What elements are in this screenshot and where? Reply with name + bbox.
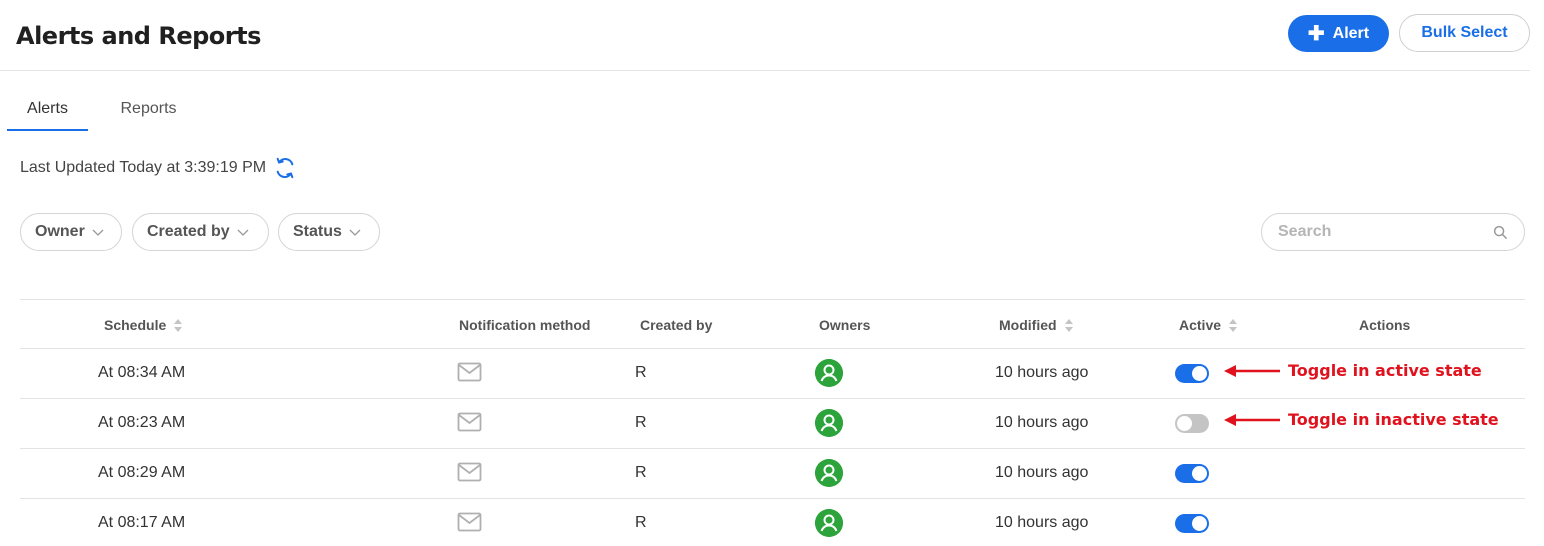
schedule-cell: At 08:17 AM [98, 514, 186, 531]
table-row: At 08:29 AM R 10 hours ago [20, 449, 1525, 499]
modified-cell: 10 hours ago [995, 464, 1089, 481]
annotation-active: Toggle in active state [1224, 361, 1482, 380]
sort-icon [174, 318, 183, 332]
modified-cell: 10 hours ago [995, 364, 1089, 381]
schedule-cell: At 08:23 AM [98, 414, 186, 431]
user-avatar-icon [815, 359, 843, 387]
column-header-schedule[interactable]: Schedule [104, 317, 183, 333]
page-header: Alerts and Reports ✚ Alert Bulk Select [0, 0, 1530, 71]
annotation-active-label: Toggle in active state [1288, 361, 1482, 380]
active-toggle[interactable] [1175, 364, 1209, 383]
column-header-created-by: Created by [640, 317, 713, 333]
column-header-owners: Owners [819, 317, 871, 333]
chevron-down-icon [349, 229, 361, 236]
tab-reports[interactable]: Reports [88, 90, 209, 131]
modified-cell: 10 hours ago [995, 514, 1089, 531]
active-toggle[interactable] [1175, 464, 1209, 483]
created-by-cell: R [635, 364, 647, 381]
inactive-toggle[interactable] [1175, 414, 1209, 433]
plus-icon: ✚ [1307, 22, 1325, 45]
user-avatar-icon [815, 459, 843, 487]
arrow-left-icon [1224, 413, 1280, 426]
schedule-cell: At 08:29 AM [98, 464, 186, 481]
filter-owner-label: Owner [35, 223, 85, 240]
column-header-modified[interactable]: Modified [999, 317, 1073, 333]
add-alert-label: Alert [1332, 24, 1370, 42]
page-title: Alerts and Reports [16, 22, 261, 50]
column-header-notification: Notification method [459, 317, 591, 333]
annotation-inactive-label: Toggle in inactive state [1288, 410, 1499, 429]
column-header-actions: Actions [1359, 317, 1411, 333]
chevron-down-icon [237, 229, 249, 236]
toggle-knob [1192, 366, 1207, 381]
toggle-knob [1192, 466, 1207, 481]
tab-alerts[interactable]: Alerts [7, 90, 88, 131]
search-input[interactable] [1278, 223, 1488, 241]
column-label: Schedule [104, 317, 167, 333]
toggle-knob [1177, 416, 1192, 431]
bulk-select-button[interactable]: Bulk Select [1399, 14, 1530, 52]
sort-icon [1064, 318, 1073, 332]
filter-owner[interactable]: Owner [20, 213, 122, 251]
filter-status-label: Status [293, 223, 342, 240]
search-icon[interactable] [1493, 225, 1508, 240]
mail-icon [457, 462, 482, 482]
arrow-left-icon [1224, 364, 1280, 377]
active-toggle[interactable] [1175, 514, 1209, 533]
mail-icon [457, 362, 482, 382]
filter-status[interactable]: Status [278, 213, 380, 251]
mail-icon [457, 412, 482, 432]
table-row: At 08:17 AM R 10 hours ago [20, 499, 1525, 546]
user-avatar-icon [815, 509, 843, 537]
created-by-cell: R [635, 464, 647, 481]
mail-icon [457, 512, 482, 532]
tab-bar: Alerts Reports [7, 90, 209, 131]
search-box [1261, 213, 1525, 251]
column-label: Modified [999, 317, 1057, 333]
filter-created-by[interactable]: Created by [132, 213, 269, 251]
schedule-cell: At 08:34 AM [98, 364, 186, 381]
chevron-down-icon [92, 229, 104, 236]
column-label: Active [1179, 317, 1222, 333]
user-avatar-icon [815, 409, 843, 437]
created-by-cell: R [635, 414, 647, 431]
sort-icon [1229, 318, 1238, 332]
add-alert-button[interactable]: ✚ Alert [1288, 15, 1389, 52]
table-header: Schedule Notification method Created by … [20, 299, 1525, 349]
created-by-cell: R [635, 514, 647, 531]
filter-created-by-label: Created by [147, 223, 230, 240]
refresh-icon[interactable] [274, 157, 296, 179]
toggle-knob [1192, 516, 1207, 531]
modified-cell: 10 hours ago [995, 414, 1089, 431]
last-updated-text: Last Updated Today at 3:39:19 PM [20, 159, 267, 176]
last-updated: Last Updated Today at 3:39:19 PM [20, 157, 296, 179]
annotation-inactive: Toggle in inactive state [1224, 410, 1499, 429]
column-header-active[interactable]: Active [1179, 317, 1238, 333]
